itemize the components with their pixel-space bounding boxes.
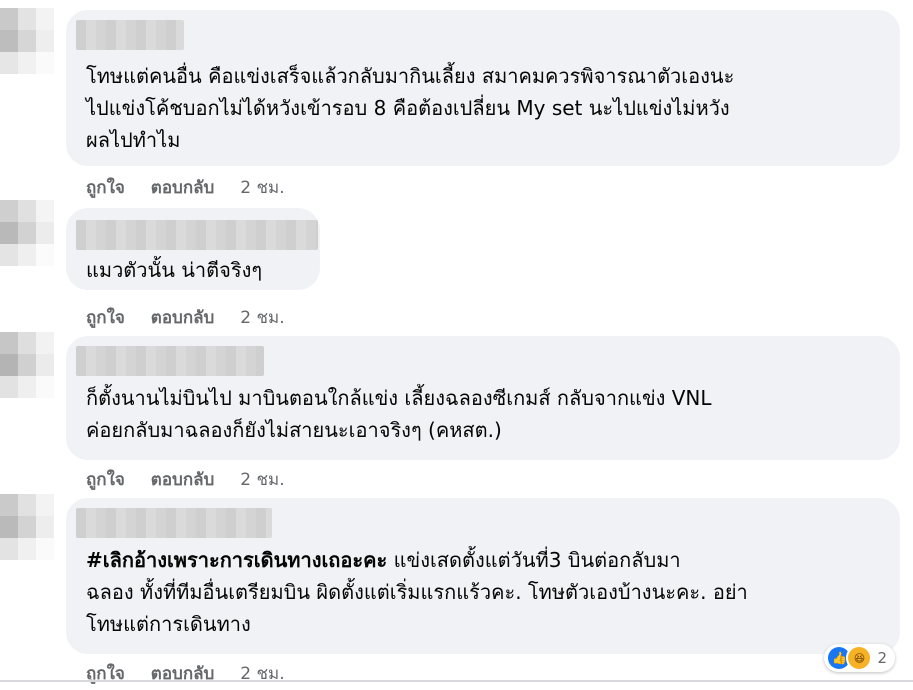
timestamp[interactable]: 2 ชม. bbox=[240, 178, 284, 198]
avatar[interactable] bbox=[0, 200, 54, 266]
author-name-blurred[interactable] bbox=[76, 508, 272, 538]
reaction-count: 2 bbox=[877, 649, 887, 667]
comment-text-line: ผลไปทำไม bbox=[86, 128, 181, 152]
comment-actions: ถูกใจ ตอบกลับ 2 ชม. bbox=[86, 304, 305, 331]
avatar[interactable] bbox=[0, 332, 54, 398]
author-name-blurred[interactable] bbox=[76, 20, 184, 50]
comment-text-line: โทษแต่คนอื่น คือแข่งเสร็จแล้วกลับมากินเล… bbox=[86, 64, 735, 88]
hashtag-link[interactable]: #เลิกอ้างเพราะการเดินทางเถอะคะ bbox=[86, 548, 387, 572]
comment-text-line: โทษแต่การเดินทาง bbox=[86, 612, 251, 636]
comment-text-line: ก็ตั้งนานไม่บินไป มาบินตอนใกล้แข่ง เลี้ย… bbox=[86, 386, 712, 410]
comment-text-line: แมวตัวนั้น น่าตีจริงๆ bbox=[86, 258, 263, 282]
comment-text-line: ฉลอง ทั้งที่ทีมอื่นเตรียมบิน ผิดตั้งแต่เ… bbox=[86, 580, 748, 604]
comment-bubble: แมวตัวนั้น น่าตีจริงๆ bbox=[66, 208, 320, 290]
like-link[interactable]: ถูกใจ bbox=[86, 308, 125, 328]
reply-link[interactable]: ตอบกลับ bbox=[151, 470, 215, 490]
comment-text-fragment: แข่งเสดตั้งแต่วันที่3 บินต่อกลับมา bbox=[387, 548, 681, 572]
timestamp[interactable]: 2 ชม. bbox=[240, 470, 284, 490]
like-link[interactable]: ถูกใจ bbox=[86, 470, 125, 490]
author-name-blurred[interactable] bbox=[76, 346, 264, 376]
comment-actions: ถูกใจ ตอบกลับ 2 ชม. bbox=[86, 660, 305, 687]
avatar[interactable] bbox=[0, 494, 54, 560]
reaction-summary[interactable]: 👍 😆 2 bbox=[824, 644, 895, 672]
divider bbox=[0, 680, 913, 682]
comment-bubble: ก็ตั้งนานไม่บินไป มาบินตอนใกล้แข่ง เลี้ย… bbox=[66, 336, 900, 460]
comment-text-line: #เลิกอ้างเพราะการเดินทางเถอะคะ แข่งเสดตั… bbox=[86, 544, 681, 577]
reply-link[interactable]: ตอบกลับ bbox=[151, 178, 215, 198]
haha-icon: 😆 bbox=[846, 645, 873, 671]
reply-link[interactable]: ตอบกลับ bbox=[151, 308, 215, 328]
comment-bubble: #เลิกอ้างเพราะการเดินทางเถอะคะ แข่งเสดตั… bbox=[66, 498, 900, 654]
author-name-blurred[interactable] bbox=[76, 220, 318, 250]
comment-text-line: ค่อยกลับมาฉลองก็ยังไม่สายนะเอาจริงๆ (คหส… bbox=[86, 418, 502, 442]
comment-text-line: ไปแข่งโค้ชบอกไม่ได้หวังเข้ารอบ 8 คือต้อง… bbox=[86, 96, 730, 120]
like-link[interactable]: ถูกใจ bbox=[86, 178, 125, 198]
comment-actions: ถูกใจ ตอบกลับ 2 ชม. bbox=[86, 174, 305, 201]
avatar[interactable] bbox=[0, 8, 54, 74]
timestamp[interactable]: 2 ชม. bbox=[240, 308, 284, 328]
comment-actions: ถูกใจ ตอบกลับ 2 ชม. bbox=[86, 466, 305, 493]
comment-bubble: โทษแต่คนอื่น คือแข่งเสร็จแล้วกลับมากินเล… bbox=[66, 10, 900, 166]
